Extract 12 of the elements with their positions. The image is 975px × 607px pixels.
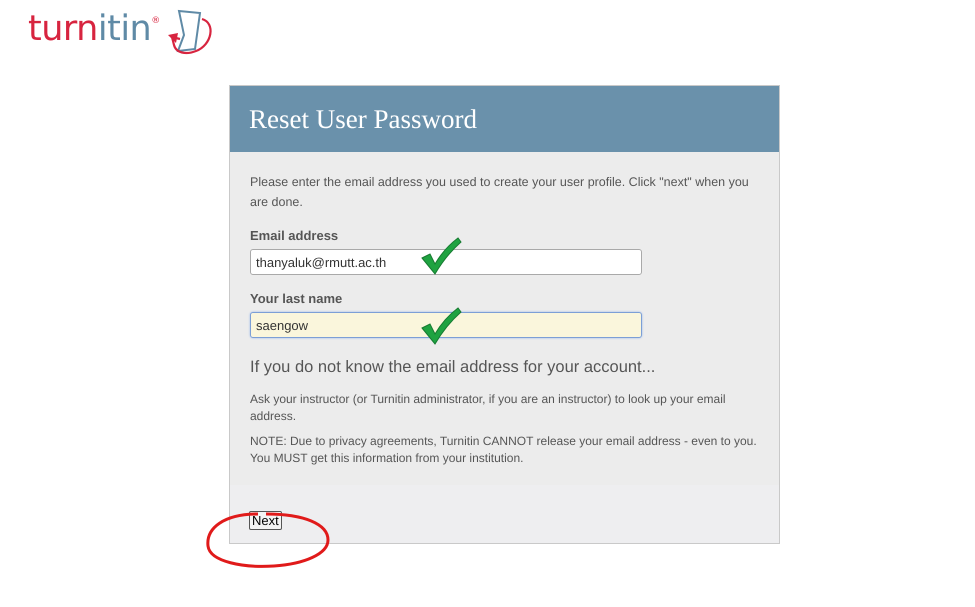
help-text: Ask your instructor (or Turnitin administrator, if you are an instructor) to look up your email address. [250,391,727,425]
text-field[interactable]: saengow [250,312,642,338]
page-title: Reset User Password [249,104,477,134]
logo-wordmark: turnitin$^{®}$ [28,9,160,49]
checkmark-icon [420,236,462,276]
help-text: NOTE: Due to privacy agreements, Turnitin CANNOT release your email address - even to you. You MUST get this information from your institution. [250,433,758,467]
field-label: Your last name [250,291,344,306]
field-label: Email address [250,228,340,243]
checkmark-icon [420,306,462,346]
help-heading: If you do not know the email address for your account... [250,358,656,377]
text-field[interactable]: thanyaluk@rmutt.ac.th [250,249,642,275]
intro-text: Please enter the email address you used to create your user profile. Click "next" when you are done. [250,174,750,211]
